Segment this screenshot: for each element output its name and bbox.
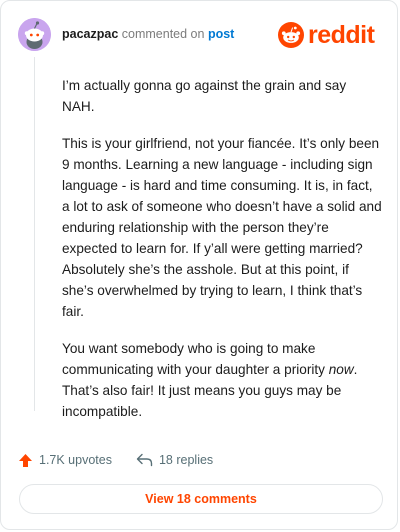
- paragraph-text: You want somebody who is going to make c…: [62, 341, 329, 377]
- comment-header: pacazpac commented on post: [62, 27, 234, 41]
- thread-line[interactable]: [34, 57, 35, 411]
- upvote-arrow-icon: [19, 453, 32, 467]
- emphasis-text: now: [328, 362, 354, 377]
- comment-actions: 1.7K upvotes 18 replies: [18, 450, 213, 470]
- view-comments-button[interactable]: View 18 comments: [19, 484, 383, 514]
- comment-body: I’m actually gonna go against the grain …: [62, 75, 382, 438]
- reply-arrow-icon: [136, 453, 153, 467]
- comment-paragraph: You want somebody who is going to make c…: [62, 338, 382, 422]
- upvote-button[interactable]: 1.7K upvotes: [18, 453, 112, 468]
- comment-card: pacazpac commented on post reddit I’m ac…: [0, 0, 398, 530]
- replies-button[interactable]: 18 replies: [136, 453, 213, 467]
- comment-paragraph: I’m actually gonna go against the grain …: [62, 78, 347, 114]
- reddit-logo-icon: [278, 22, 304, 48]
- replies-count: 18 replies: [158, 453, 214, 467]
- comment-paragraph: This is your girlfriend, not your fiancé…: [62, 136, 382, 319]
- reddit-wordmark: reddit: [308, 21, 375, 49]
- reddit-logo[interactable]: reddit: [278, 20, 375, 50]
- commented-on-label: commented on: [121, 27, 205, 41]
- user-avatar[interactable]: [18, 18, 51, 51]
- post-link[interactable]: post: [208, 27, 234, 41]
- upvote-count: 1.7K upvotes: [39, 453, 112, 467]
- username-link[interactable]: pacazpac: [62, 27, 118, 41]
- snoo-avatar-icon: [18, 18, 51, 51]
